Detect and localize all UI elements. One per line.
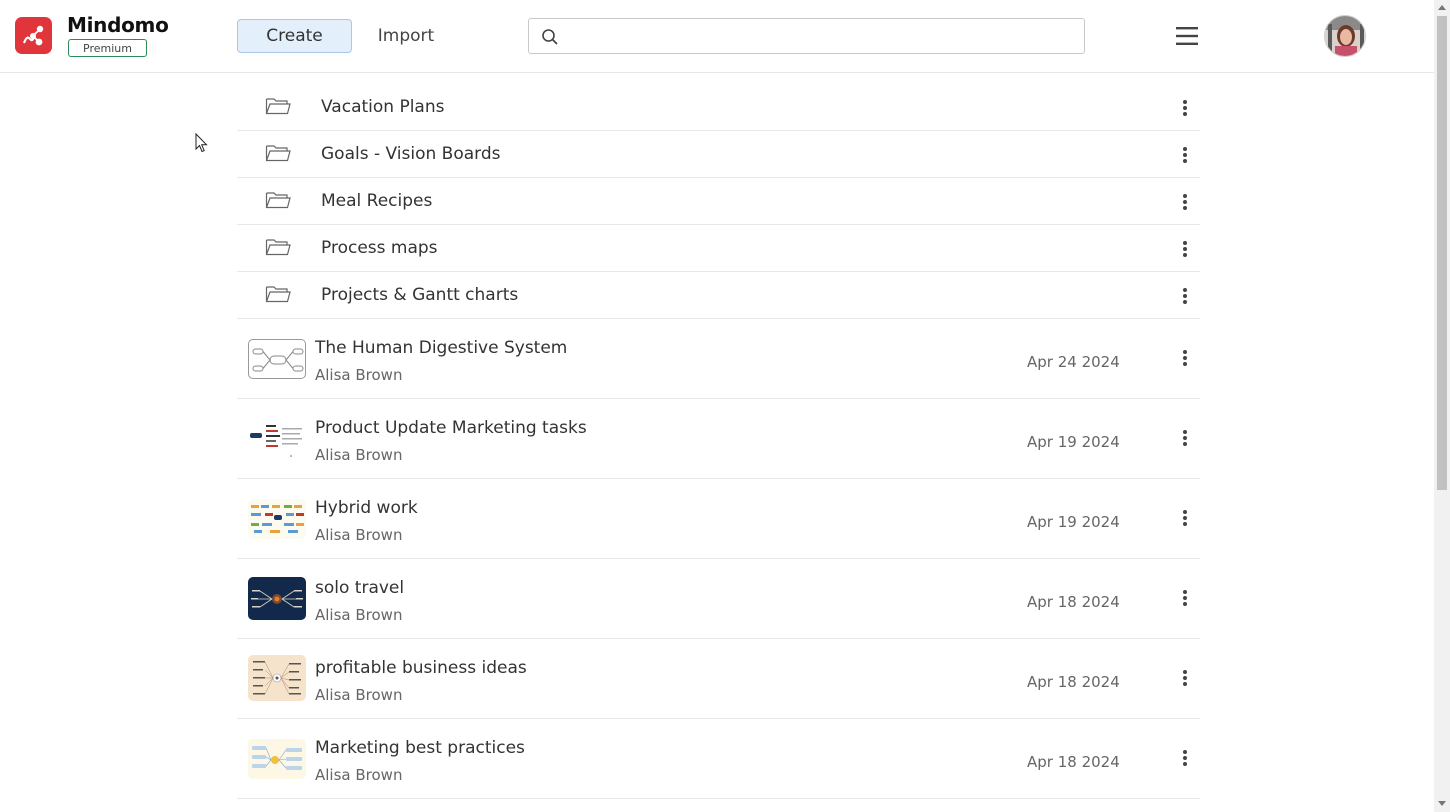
more-options-icon[interactable] [1176, 144, 1194, 166]
search-input[interactable] [565, 21, 1075, 51]
scroll-down-arrow-icon[interactable] [1438, 801, 1446, 806]
map-date: Apr 18 2024 [1027, 593, 1120, 611]
folder-name: Process maps [321, 238, 438, 258]
more-options-icon[interactable] [1176, 427, 1194, 449]
folder-row[interactable]: Process maps [237, 225, 1200, 272]
map-author: Alisa Brown [315, 686, 403, 704]
folder-name: Projects & Gantt charts [321, 285, 519, 305]
hamburger-icon[interactable] [1174, 24, 1200, 48]
map-author: Alisa Brown [315, 766, 403, 784]
map-row[interactable]: profitable business ideas Alisa Brown Ap… [237, 639, 1200, 719]
map-author: Alisa Brown [315, 606, 403, 624]
folder-name: Meal Recipes [321, 191, 433, 211]
more-options-icon[interactable] [1176, 747, 1194, 769]
brand-name: Mindomo [67, 13, 169, 37]
map-author: Alisa Brown [315, 526, 403, 544]
more-options-icon[interactable] [1176, 285, 1194, 307]
map-row[interactable]: Hybrid work Alisa Brown Apr 19 2024 [237, 479, 1200, 559]
scroll-up-arrow-icon[interactable] [1438, 5, 1446, 10]
folder-row[interactable]: Vacation Plans [237, 84, 1200, 131]
map-title: The Human Digestive System [315, 338, 568, 358]
folder-icon [265, 192, 291, 209]
map-author: Alisa Brown [315, 366, 403, 384]
mindomo-logo-icon[interactable] [15, 17, 52, 54]
documents-list: Vacation Plans Goals - Vision Boards Mea… [237, 84, 1200, 799]
map-thumbnail [248, 577, 306, 620]
more-options-icon[interactable] [1176, 587, 1194, 609]
map-title: Marketing best practices [315, 738, 525, 758]
folder-icon [265, 98, 291, 115]
map-row[interactable]: Marketing best practices Alisa Brown Apr… [237, 719, 1200, 799]
more-options-icon[interactable] [1176, 667, 1194, 689]
map-thumbnail [248, 339, 306, 379]
map-date: Apr 18 2024 [1027, 673, 1120, 691]
map-title: profitable business ideas [315, 658, 527, 678]
folder-icon [265, 286, 291, 303]
vertical-scrollbar[interactable] [1434, 0, 1450, 812]
map-row[interactable]: solo travel Alisa Brown Apr 18 2024 [237, 559, 1200, 639]
folder-row[interactable]: Goals - Vision Boards [237, 131, 1200, 178]
more-options-icon[interactable] [1176, 347, 1194, 369]
search-box[interactable] [528, 18, 1085, 54]
map-thumbnail [248, 419, 306, 459]
folder-icon [265, 145, 291, 162]
folder-name: Goals - Vision Boards [321, 144, 501, 164]
more-options-icon[interactable] [1176, 97, 1194, 119]
map-date: Apr 24 2024 [1027, 353, 1120, 371]
plan-badge: Premium [68, 39, 147, 57]
more-options-icon[interactable] [1176, 507, 1194, 529]
scrollbar-thumb[interactable] [1437, 16, 1447, 490]
map-date: Apr 18 2024 [1027, 753, 1120, 771]
map-author: Alisa Brown [315, 446, 403, 464]
create-button[interactable]: Create [237, 19, 352, 53]
map-title: Hybrid work [315, 498, 418, 518]
more-options-icon[interactable] [1176, 238, 1194, 260]
map-title: Product Update Marketing tasks [315, 418, 587, 438]
top-bar: Mindomo Premium Create Import [0, 0, 1434, 73]
import-button[interactable]: Import [366, 19, 446, 53]
map-row[interactable]: The Human Digestive System Alisa Brown A… [237, 319, 1200, 399]
search-icon [542, 29, 558, 45]
map-thumbnail [248, 499, 306, 539]
folder-row[interactable]: Meal Recipes [237, 178, 1200, 225]
mouse-cursor-icon [195, 133, 208, 153]
map-date: Apr 19 2024 [1027, 433, 1120, 451]
user-avatar[interactable] [1324, 15, 1366, 57]
folder-row[interactable]: Projects & Gantt charts [237, 272, 1200, 319]
map-date: Apr 19 2024 [1027, 513, 1120, 531]
map-title: solo travel [315, 578, 405, 598]
map-thumbnail [248, 739, 306, 779]
map-row[interactable]: Product Update Marketing tasks Alisa Bro… [237, 399, 1200, 479]
folder-name: Vacation Plans [321, 97, 445, 117]
more-options-icon[interactable] [1176, 191, 1194, 213]
map-thumbnail [248, 655, 306, 701]
folder-icon [265, 239, 291, 256]
